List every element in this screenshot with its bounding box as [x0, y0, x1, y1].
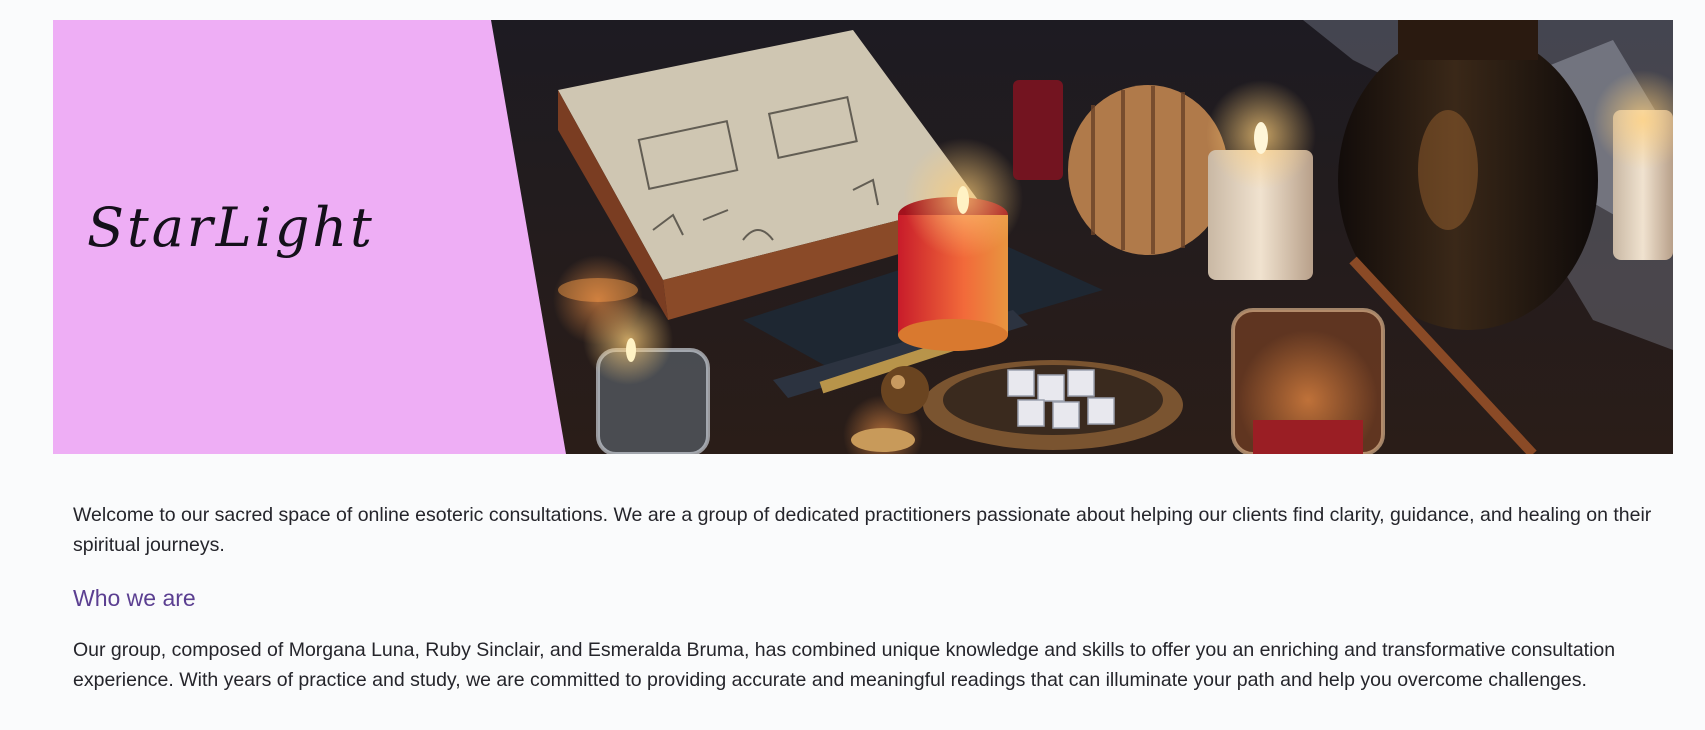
section-heading-who-we-are: Who we are	[73, 585, 196, 611]
page: StarLight Welcome to our sacred space of…	[0, 0, 1705, 730]
intro-paragraph: Welcome to our sacred space of online es…	[73, 504, 1652, 556]
site-logo[interactable]: StarLight	[87, 196, 375, 259]
main-content: Welcome to our sacred space of online es…	[73, 500, 1653, 695]
who-we-are-paragraph: Our group, composed of Morgana Luna, Rub…	[73, 639, 1616, 691]
hero-banner: StarLight	[53, 20, 1673, 454]
